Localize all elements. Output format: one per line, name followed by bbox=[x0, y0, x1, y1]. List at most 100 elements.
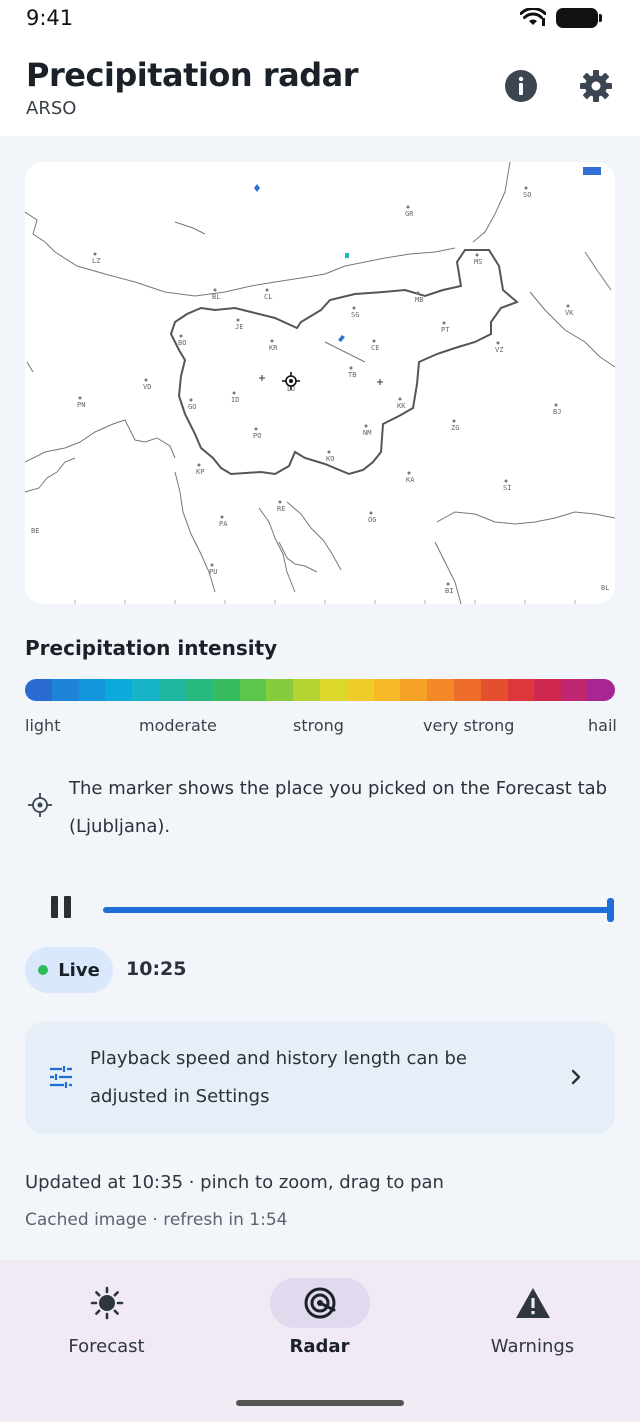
home-indicator[interactable] bbox=[236, 1400, 404, 1406]
legend-color-step bbox=[25, 679, 52, 701]
nav-icon-container bbox=[57, 1278, 157, 1328]
map-label: OG bbox=[368, 516, 376, 524]
legend-color-step bbox=[132, 679, 160, 701]
map-label: CL bbox=[264, 293, 272, 301]
page-title: Precipitation radar bbox=[26, 56, 358, 94]
tune-icon bbox=[50, 1066, 72, 1088]
map-label: SG bbox=[351, 311, 359, 319]
map-label: LZ bbox=[92, 257, 100, 265]
nav-item-forecast[interactable]: Forecast bbox=[0, 1260, 213, 1380]
legend-color-step bbox=[507, 679, 535, 701]
info-icon bbox=[505, 70, 537, 102]
legend-label-light: light bbox=[25, 716, 61, 735]
map-label: VZ bbox=[495, 346, 503, 354]
legend-label-very-strong: very strong bbox=[423, 716, 515, 735]
map-label: PU bbox=[209, 568, 217, 576]
gear-icon bbox=[580, 70, 612, 102]
map-label: KR bbox=[269, 344, 278, 352]
app-header: Precipitation radar ARSO bbox=[0, 36, 640, 136]
map-label: SO bbox=[523, 191, 531, 199]
cached-text: Cached image · refresh in 1:54 bbox=[25, 1210, 288, 1230]
settings-button[interactable] bbox=[578, 68, 614, 104]
status-bar: 9:41 bbox=[0, 0, 640, 36]
timeline-slider[interactable] bbox=[103, 907, 613, 913]
legend-color-step bbox=[293, 679, 320, 701]
marker-note: The marker shows the place you picked on… bbox=[25, 770, 615, 840]
map-label: PA bbox=[219, 520, 228, 528]
frame-time: 10:25 bbox=[126, 958, 187, 980]
page-subtitle: ARSO bbox=[26, 98, 77, 119]
map-label: PT bbox=[441, 326, 450, 334]
pause-icon-bar bbox=[64, 896, 71, 918]
legend-color-step bbox=[319, 679, 347, 701]
legend-title: Precipitation intensity bbox=[25, 636, 278, 660]
radar-map-image: SO GR LZ BL CL SG MB MS VK JE PT BO KR C… bbox=[25, 162, 615, 604]
location-marker-icon bbox=[282, 372, 300, 390]
map-label: GR bbox=[405, 210, 414, 218]
radar-icon bbox=[304, 1287, 335, 1319]
map-label: PO bbox=[253, 432, 261, 440]
warning-icon bbox=[515, 1288, 550, 1318]
nav-label: Radar bbox=[289, 1336, 350, 1357]
map-label: GO bbox=[188, 403, 196, 411]
map-label: SI bbox=[503, 484, 511, 492]
map-label: KA bbox=[406, 476, 415, 484]
status-icons bbox=[520, 8, 602, 28]
legend-color-step bbox=[561, 679, 589, 701]
map-label: TB bbox=[348, 371, 356, 379]
chevron-right-icon bbox=[571, 1069, 581, 1085]
nav-label: Warnings bbox=[490, 1336, 575, 1357]
map-label: RE bbox=[277, 505, 285, 513]
settings-hint-card[interactable]: Playback speed and history length can be… bbox=[25, 1022, 615, 1134]
legend-color-step bbox=[588, 679, 615, 701]
legend-color-step bbox=[51, 679, 79, 701]
map-label: PN bbox=[77, 401, 85, 409]
map-label: KK bbox=[397, 402, 406, 410]
wifi-icon bbox=[520, 8, 546, 26]
settings-hint-text: Playback speed and history length can be… bbox=[90, 1048, 468, 1107]
live-dot-icon bbox=[38, 965, 49, 975]
nav-icon-container bbox=[483, 1278, 583, 1328]
status-time: 9:41 bbox=[26, 6, 74, 30]
pause-icon-bar bbox=[51, 896, 58, 918]
map-label: BI bbox=[445, 587, 453, 595]
map-label: BE bbox=[31, 527, 39, 535]
legend-label-hail: hail bbox=[588, 716, 617, 735]
nav-icon-container bbox=[269, 1278, 370, 1328]
sun-icon bbox=[90, 1286, 123, 1320]
map-label: VD bbox=[143, 383, 151, 391]
map-label: BJ bbox=[553, 408, 561, 416]
legend-color-step bbox=[400, 679, 428, 701]
nav-item-warnings[interactable]: Warnings bbox=[426, 1260, 639, 1380]
legend-label-moderate: moderate bbox=[139, 716, 217, 735]
info-button[interactable] bbox=[503, 68, 539, 104]
radar-map[interactable]: SO GR LZ BL CL SG MB MS VK JE PT BO KR C… bbox=[25, 162, 615, 604]
legend-color-step bbox=[480, 679, 508, 701]
map-label: MB bbox=[415, 296, 423, 304]
legend-color-step bbox=[427, 679, 454, 701]
map-label: BL bbox=[212, 293, 220, 301]
nav-item-radar[interactable]: Radar bbox=[213, 1260, 426, 1380]
legend-color-step bbox=[239, 679, 267, 701]
live-label: Live bbox=[58, 959, 100, 981]
pause-button[interactable] bbox=[47, 896, 75, 924]
map-label: KP bbox=[196, 468, 204, 476]
timeline-slider-handle[interactable] bbox=[607, 898, 614, 922]
crosshair-icon bbox=[28, 793, 52, 817]
marker-note-text: The marker shows the place you picked on… bbox=[69, 778, 608, 837]
legend-color-step bbox=[266, 679, 294, 701]
map-label: CE bbox=[371, 344, 379, 352]
nav-label: Forecast bbox=[68, 1336, 145, 1357]
updated-text: Updated at 10:35 · pinch to zoom, drag t… bbox=[25, 1172, 444, 1193]
map-label: MS bbox=[474, 258, 482, 266]
live-chip[interactable]: Live bbox=[25, 947, 113, 993]
legend-label-strong: strong bbox=[293, 716, 344, 735]
map-label: ID bbox=[231, 396, 239, 404]
map-label: ZG bbox=[451, 424, 459, 432]
legend-color-step bbox=[185, 679, 213, 701]
battery-icon bbox=[556, 8, 602, 28]
radar-player bbox=[25, 888, 615, 932]
map-label: KO bbox=[326, 455, 334, 463]
legend-color-step bbox=[534, 679, 562, 701]
legend-color-step bbox=[373, 679, 401, 701]
